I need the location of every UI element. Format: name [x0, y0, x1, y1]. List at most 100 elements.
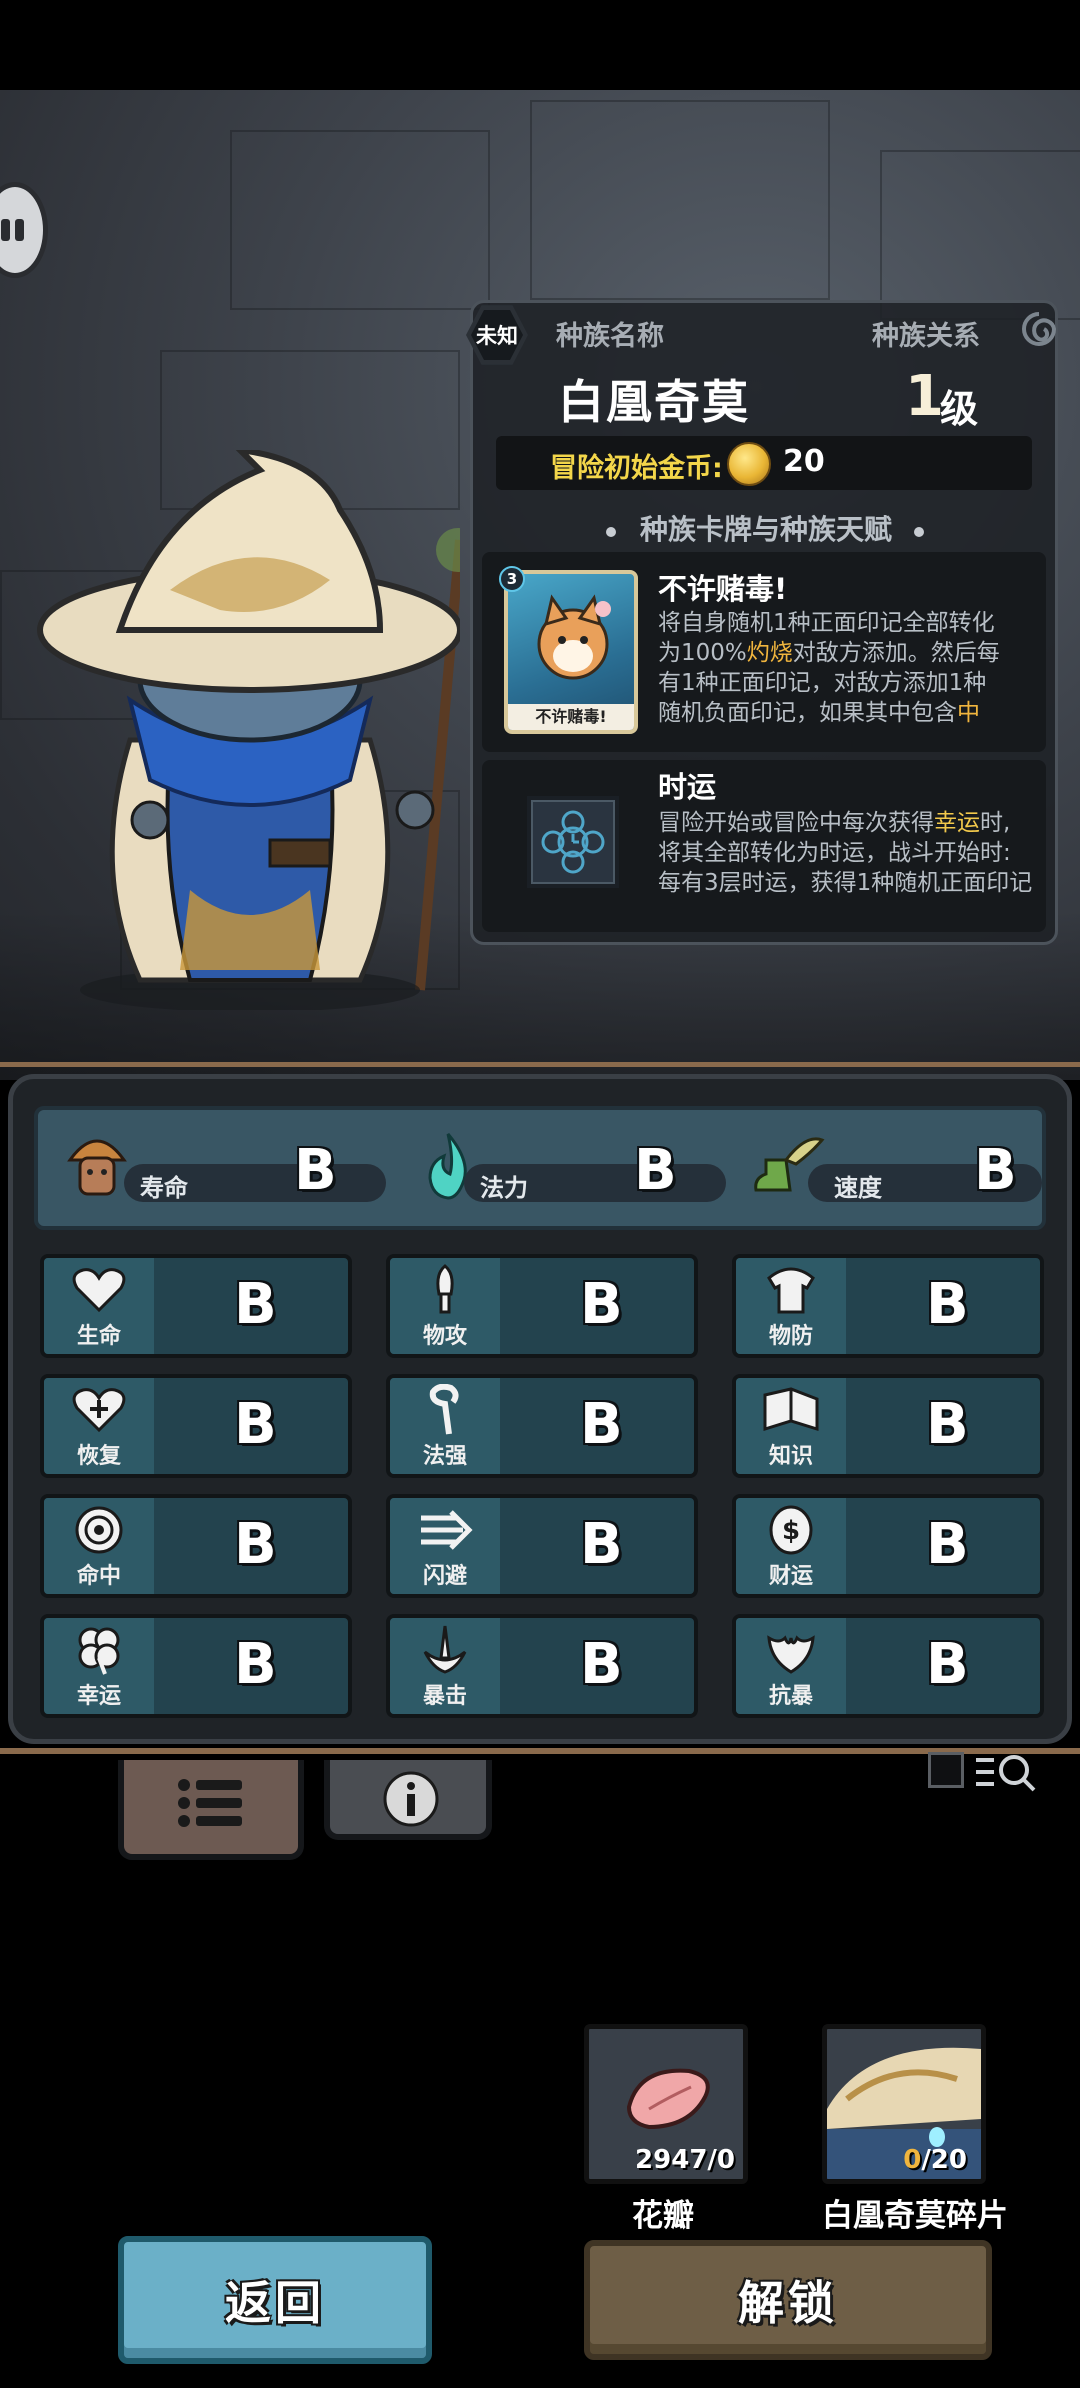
- speed-label: 速度: [834, 1174, 882, 1202]
- fox-character-icon: [537, 594, 611, 680]
- item-count: 0/20: [903, 2145, 967, 2175]
- race-card-desc-line4: 随机负面印记，如果其中包含中: [658, 700, 980, 726]
- list-search-icon[interactable]: [974, 1752, 1038, 1792]
- stat-label: 幸运: [76, 1684, 121, 1709]
- stat-grade: B: [580, 1272, 623, 1337]
- panel-frame-top: [0, 1062, 1080, 1074]
- back-button[interactable]: 返回: [118, 2236, 432, 2364]
- shield-burst-icon: [761, 1624, 821, 1676]
- heart-plus-icon: [69, 1384, 129, 1436]
- toggle-square-button[interactable]: [928, 1752, 964, 1788]
- book-icon: [761, 1384, 821, 1436]
- divider-dot-left: [606, 527, 616, 537]
- section-title: 种族卡牌与种族天赋: [640, 513, 893, 546]
- stat-grade: B: [926, 1272, 969, 1337]
- item-count: 2947/0: [635, 2145, 735, 2175]
- svg-text:$: $: [782, 1516, 800, 1546]
- panel-frame-bottom: [0, 1748, 1080, 1754]
- character-sprite: [37, 450, 460, 1010]
- stat-label: 财运: [768, 1564, 813, 1589]
- stat-grade: B: [926, 1632, 969, 1697]
- tab-list[interactable]: [118, 1760, 304, 1860]
- mushroom-character-icon: [67, 1139, 127, 1196]
- status-bar: [0, 0, 1080, 90]
- stat-cell-luck[interactable]: 幸运 B: [40, 1614, 352, 1718]
- race-name-label: 种族名称: [556, 321, 664, 352]
- talent-desc-line2: 将其全部转化为时运，战斗开始时:: [658, 840, 1011, 866]
- swirl-icon[interactable]: [1020, 310, 1058, 348]
- heart-icon: [69, 1264, 129, 1316]
- tab-info[interactable]: [324, 1760, 492, 1840]
- item-name: 花瓣: [632, 2198, 694, 2234]
- race-card-title: 不许赌毒!: [658, 572, 788, 606]
- stat-cell-hp[interactable]: 生命 B: [40, 1254, 352, 1358]
- stat-cell-crit-resist[interactable]: 抗暴 B: [732, 1614, 1044, 1718]
- stat-cell-magic-power[interactable]: 法强 B: [386, 1374, 698, 1478]
- race-card-cost: 3: [499, 566, 525, 592]
- crit-sword-icon: [415, 1624, 475, 1676]
- race-card-thumbnail[interactable]: 不许赌毒!: [504, 570, 638, 734]
- stat-cell-knowledge[interactable]: 知识 B: [732, 1374, 1044, 1478]
- item-name: 白凰奇莫碎片: [822, 2198, 1008, 2234]
- talent-title: 时运: [658, 770, 717, 804]
- armor-icon: [761, 1264, 821, 1316]
- talent-icon-frame: [527, 796, 619, 888]
- stat-grade: B: [234, 1512, 277, 1577]
- race-level-unit: 级: [940, 387, 979, 431]
- start-coin-label: 冒险初始金币:: [550, 453, 723, 484]
- lifespan-label: 寿命: [140, 1174, 188, 1202]
- stat-grade: B: [580, 1392, 623, 1457]
- target-icon: [69, 1504, 129, 1556]
- item-petal[interactable]: 2947/0: [584, 2024, 748, 2184]
- top-stats-bar: 寿命 B 法力 B 速度 B: [34, 1106, 1046, 1230]
- speed-grade: B: [974, 1138, 1017, 1203]
- stat-label: 知识: [768, 1444, 813, 1469]
- stat-label: 物攻: [422, 1324, 467, 1349]
- stat-grade: B: [234, 1632, 277, 1697]
- stat-cell-physical-attack[interactable]: 物攻 B: [386, 1254, 698, 1358]
- unlock-button[interactable]: 解锁: [584, 2240, 992, 2360]
- sword-icon: [415, 1264, 475, 1316]
- item-character-shard[interactable]: 0/20: [822, 2024, 986, 2184]
- clock-flower-icon: [541, 810, 605, 874]
- stat-cell-physical-defense[interactable]: 物防 B: [732, 1254, 1044, 1358]
- lifespan-grade: B: [294, 1138, 337, 1203]
- race-name: 白凰奇莫: [558, 375, 750, 429]
- staff-icon: [415, 1384, 475, 1436]
- stat-grade: B: [234, 1392, 277, 1457]
- list-icon: [178, 1779, 242, 1827]
- stat-grade: B: [926, 1392, 969, 1457]
- stat-cell-dodge[interactable]: 闪避 B: [386, 1494, 698, 1598]
- stat-label: 法强: [422, 1444, 467, 1469]
- race-relation-button[interactable]: 种族关系: [872, 314, 980, 353]
- stat-label: 命中: [76, 1564, 121, 1589]
- stat-cell-wealth[interactable]: $ 财运 B: [732, 1494, 1044, 1598]
- talent-desc-line1: 冒险开始或冒险中每次获得幸运时,: [658, 810, 1011, 836]
- stat-grade: B: [234, 1272, 277, 1337]
- stat-cell-accuracy[interactable]: 命中 B: [40, 1494, 352, 1598]
- stat-label: 闪避: [422, 1564, 467, 1589]
- stat-label: 暴击: [422, 1684, 467, 1709]
- race-card-desc-line1: 将自身随机1种正面印记全部转化: [658, 610, 995, 636]
- stat-label: 抗暴: [768, 1684, 813, 1709]
- coin-icon: $: [761, 1504, 821, 1556]
- divider-dot-right: [914, 527, 924, 537]
- mana-grade: B: [634, 1138, 677, 1203]
- stat-cell-critical[interactable]: 暴击 B: [386, 1614, 698, 1718]
- clover-icon: [69, 1624, 129, 1676]
- talent-desc-line3: 每有3层时运，获得1种随机正面印记: [658, 870, 1033, 896]
- stat-grade: B: [926, 1512, 969, 1577]
- start-coin-value: 20: [783, 444, 825, 479]
- stat-cell-recovery[interactable]: 恢复 B: [40, 1374, 352, 1478]
- stat-grade: B: [580, 1632, 623, 1697]
- stat-label: 物防: [768, 1324, 813, 1349]
- mana-label: 法力: [480, 1174, 528, 1202]
- petal-icon: [626, 2068, 710, 2130]
- race-card-desc-line2: 为100%灼烧对敌方添加。然后每: [658, 640, 1000, 666]
- stat-label: 恢复: [76, 1444, 121, 1469]
- info-icon: [383, 1771, 439, 1827]
- race-level-number: 1: [905, 364, 944, 429]
- gold-coin-icon: [727, 442, 771, 486]
- stat-label: 生命: [76, 1324, 121, 1349]
- dodge-arrow-icon: [415, 1504, 475, 1556]
